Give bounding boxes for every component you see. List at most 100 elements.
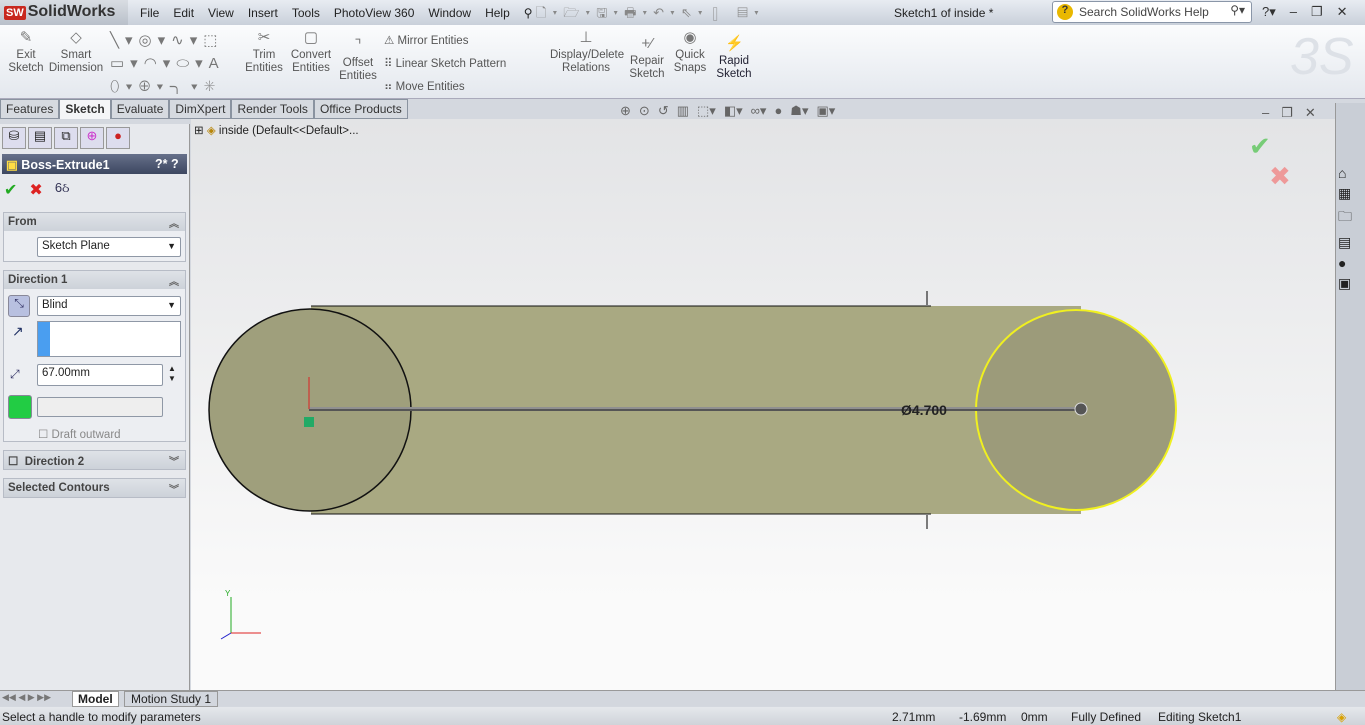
display-delete-relations-button[interactable]: ⊥ Display/Delete Relations — [550, 30, 624, 75]
help-menu-button[interactable]: ?▾ — [1262, 4, 1276, 20]
file-explorer-icon[interactable]: 🗀 — [1338, 206, 1365, 230]
smart-dimension-icon: ◇ — [70, 29, 82, 46]
move-entities-button[interactable]: ⠶ Move Entities — [384, 79, 465, 93]
draft-outward-checkbox[interactable]: ☐ Draft outward — [38, 427, 121, 441]
configuration-manager-tab[interactable]: ⧉ — [54, 127, 78, 149]
tag-icon[interactable]: ◈ — [1337, 710, 1346, 724]
status-y: -1.69mm — [959, 710, 1007, 724]
menu-photoview[interactable]: PhotoView 360 — [334, 6, 415, 20]
trim-entities-button[interactable]: ✂ Trim Entities — [242, 30, 286, 75]
from-select[interactable]: Sketch Plane ▼ — [37, 237, 181, 257]
convert-entities-button[interactable]: ▢ Convert Entities — [288, 30, 334, 75]
depth-spinner[interactable]: ▲ ▼ — [168, 364, 176, 384]
quick-access-toolbar[interactable]: 🗋▾🗁▾🖫▾🖶▾↶▾⇖▾▯ ▤▾ — [536, 4, 765, 26]
doc-close-button[interactable]: ✕ — [1305, 105, 1316, 121]
rapid-sketch-icon: ⚡ — [725, 35, 744, 52]
menu-window[interactable]: Window — [428, 6, 471, 20]
custom-properties-icon[interactable]: ▣ — [1338, 275, 1365, 292]
reverse-direction-button[interactable]: ⤡ — [8, 295, 30, 317]
direction-vector-list[interactable] — [37, 321, 181, 357]
direction1-group: Direction 1 ︽ ⤡ Blind ▼ ↗ ⤢ 67.00mm ▲ ▼ ☐ D… — [3, 270, 186, 442]
menu-file[interactable]: File — [140, 6, 159, 20]
view-orientation-icon[interactable]: ⬚▾ — [697, 103, 716, 119]
menu-tools[interactable]: Tools — [292, 6, 320, 20]
resources-icon[interactable]: ⌂ — [1338, 165, 1365, 181]
drag-handle[interactable] — [1074, 402, 1088, 416]
tab-features[interactable]: Features — [0, 99, 60, 119]
menu-edit[interactable]: Edit — [173, 6, 194, 20]
quick-snaps-button[interactable]: ◉ Quick Snaps — [672, 30, 708, 75]
mirror-entities-button[interactable]: ⚠ Mirror Entities — [384, 33, 468, 47]
zoom-area-icon[interactable]: ⊙ — [639, 103, 650, 119]
help-icon[interactable]: ?* ? — [155, 157, 179, 171]
previous-view-icon[interactable]: ↺ — [658, 103, 669, 119]
menu-insert[interactable]: Insert — [248, 6, 278, 20]
collapse-icon[interactable]: ︽ — [169, 215, 179, 230]
dimxpert-tab[interactable]: ⊕ — [80, 127, 104, 149]
diameter-dimension[interactable]: Ø4.700 — [901, 402, 947, 418]
triad-y-label: Y — [225, 589, 231, 598]
smart-dimension-button[interactable]: ◇ Smart Dimension — [48, 29, 104, 75]
tab-scroll-buttons[interactable]: ◀◀ ◀ ▶ ▶▶ — [2, 692, 51, 703]
direction2-checkbox[interactable]: ☐ — [8, 456, 18, 468]
confirm-corner-cancel[interactable]: ✖ — [1269, 161, 1291, 192]
cancel-button[interactable]: ✖ — [29, 180, 42, 200]
section-view-icon[interactable]: ▥ — [677, 103, 689, 119]
graphics-area[interactable]: ⊞ ◈ inside (Default<<Default>... Ø4.700 … — [191, 119, 1335, 690]
direction1-header[interactable]: Direction 1 ︽ — [4, 271, 185, 289]
end-condition-select[interactable]: Blind ▼ — [37, 296, 181, 316]
confirm-corner-ok[interactable]: ✔ — [1249, 131, 1271, 162]
repair-sketch-button[interactable]: +⁄ Repair Sketch — [628, 36, 666, 81]
display-manager-tab[interactable]: ● — [106, 127, 130, 149]
preview-icon[interactable]: 6ઠ — [55, 180, 70, 200]
expand-icon[interactable]: ︾ — [169, 453, 179, 468]
doc-restore-button[interactable]: ❐ — [1281, 105, 1293, 121]
selected-contours-header[interactable]: Selected Contours ︾ — [4, 479, 185, 497]
sketch-entity-tools[interactable]: ╲▾◎▾∿▾⬚ ▭▾◠▾⬭▾A ⬯▾⊕▾╮▾✳ — [110, 29, 225, 98]
tab-office-products[interactable]: Office Products — [313, 99, 408, 119]
property-manager-tab[interactable]: ▤ — [28, 127, 52, 149]
view-palette-icon[interactable]: ▤ — [1338, 234, 1365, 251]
close-button[interactable]: ✕ — [1337, 4, 1348, 20]
zoom-to-fit-icon[interactable]: ⊕ — [620, 103, 631, 119]
move-icon: ⠶ — [384, 81, 396, 93]
view-settings-icon[interactable]: ▣▾ — [816, 103, 835, 119]
heads-up-view-toolbar[interactable]: ⊕ ⊙ ↺ ▥ ⬚▾ ◧▾ ∞▾ ● ☗▾ ▣▾ — [620, 103, 835, 119]
tab-evaluate[interactable]: Evaluate — [110, 99, 170, 119]
tab-dimxpert[interactable]: DimXpert — [169, 99, 232, 119]
pin-icon[interactable]: ⚲ — [524, 6, 533, 20]
doc-minimize-button[interactable]: – — [1262, 105, 1269, 121]
hide-show-icon[interactable]: ∞▾ — [751, 103, 767, 119]
direction2-header[interactable]: ☐ Direction 2 ︾ — [4, 451, 185, 469]
property-manager: ⛁ ▤ ⧉ ⊕ ● ▣ Boss-Extrude1 ?* ? ✔ ✖ 6ઠ From ︽… — [0, 124, 190, 690]
tab-render-tools[interactable]: Render Tools — [231, 99, 314, 119]
ok-button[interactable]: ✔ — [4, 180, 17, 200]
scene-icon[interactable]: ☗▾ — [790, 103, 808, 119]
tab-motion-study[interactable]: Motion Study 1 — [124, 691, 219, 707]
appearances-icon[interactable]: ● — [1338, 255, 1365, 271]
feature-tree-tab[interactable]: ⛁ — [2, 127, 26, 149]
menu-view[interactable]: View — [208, 6, 234, 20]
menu-help[interactable]: Help — [485, 6, 510, 20]
restore-button[interactable]: ❐ — [1311, 4, 1323, 20]
depth-icon: ⤢ — [10, 367, 20, 381]
from-header[interactable]: From ︽ — [4, 213, 185, 231]
offset-entities-button[interactable]: ⌝ Offset Entities — [338, 38, 378, 83]
search-input[interactable]: ? Search SolidWorks Help ⚲▾ — [1052, 1, 1252, 23]
tab-model[interactable]: Model — [72, 691, 119, 707]
title-bar: SW SolidWorks File Edit View Insert Tools… — [0, 0, 1365, 25]
expand-icon[interactable]: ︾ — [169, 481, 179, 496]
design-library-icon[interactable]: ▦ — [1338, 185, 1365, 202]
linear-sketch-pattern-button[interactable]: ⠿ Linear Sketch Pattern — [384, 56, 506, 70]
appearance-icon[interactable]: ● — [774, 103, 782, 119]
search-icon[interactable]: ⚲▾ — [1230, 3, 1245, 17]
rapid-sketch-button[interactable]: ⚡ Rapid Sketch — [714, 35, 754, 81]
draft-angle-input[interactable] — [37, 397, 163, 417]
depth-input[interactable]: 67.00mm — [37, 364, 163, 386]
collapse-icon[interactable]: ︽ — [169, 273, 179, 288]
draft-button[interactable] — [8, 395, 32, 419]
exit-sketch-button[interactable]: ✎ Exit Sketch — [6, 30, 46, 75]
minimize-button[interactable]: – — [1290, 4, 1297, 20]
tab-sketch[interactable]: Sketch — [59, 99, 111, 119]
display-style-icon[interactable]: ◧▾ — [724, 103, 743, 119]
